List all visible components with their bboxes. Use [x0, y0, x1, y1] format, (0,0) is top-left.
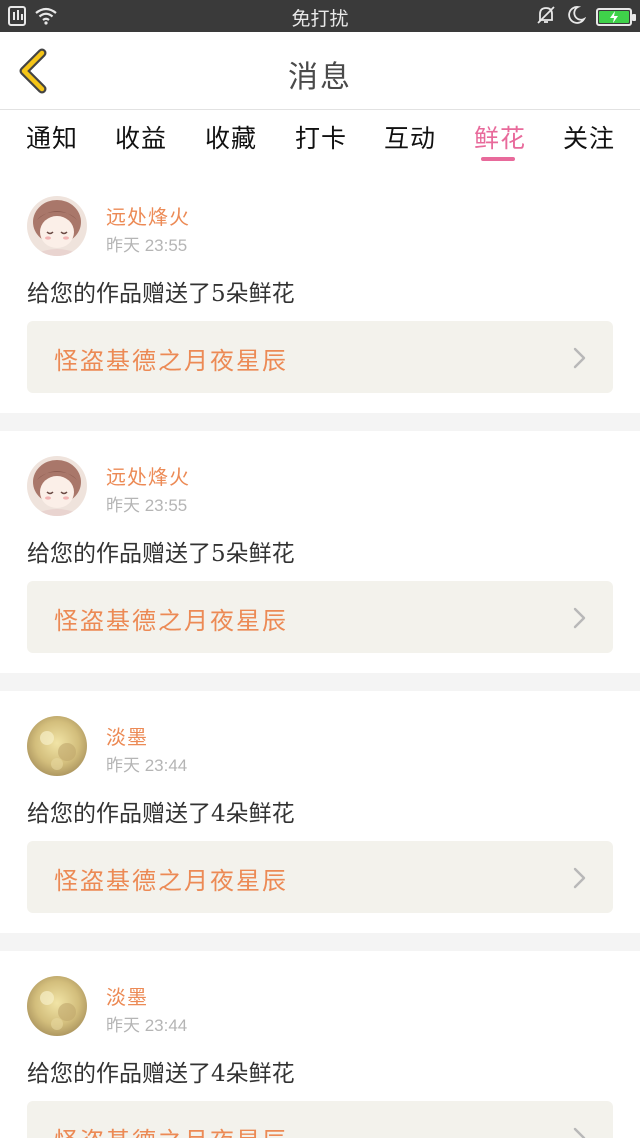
tab-favorites[interactable]: 收藏 [205, 119, 257, 155]
timestamp: 昨天 23:55 [106, 496, 188, 515]
battery-icon [596, 8, 636, 26]
chevron-right-icon [573, 1127, 586, 1138]
avatar[interactable] [27, 976, 87, 1036]
message-text: 给您的作品赠送了4朵鲜花 [27, 1061, 295, 1087]
work-title: 怪盗基德之月夜星辰 [54, 607, 288, 635]
moon-icon [566, 5, 587, 29]
work-title: 怪盗基德之月夜星辰 [54, 1121, 288, 1138]
bell-muted-icon [536, 5, 556, 29]
chevron-right-icon [573, 607, 586, 629]
tab-bar: 通知 收益 收藏 打卡 互动 鲜花 关注 [0, 111, 640, 171]
tab-earnings[interactable]: 收益 [115, 119, 167, 155]
timestamp: 昨天 23:55 [106, 236, 188, 255]
page-title: 消息 [288, 60, 352, 95]
active-tab-indicator [481, 157, 515, 161]
header: 消息 [0, 32, 640, 110]
list-item: 淡墨 昨天 23:44 给您的作品赠送了4朵鲜花 怪盗基德之月夜星辰 [0, 691, 640, 933]
username[interactable]: 远处烽火 [106, 461, 190, 490]
tab-checkin[interactable]: 打卡 [295, 119, 347, 155]
username[interactable]: 远处烽火 [106, 201, 190, 230]
chevron-right-icon [573, 347, 586, 369]
status-right-icons [536, 5, 636, 29]
username[interactable]: 淡墨 [106, 981, 148, 1010]
list-item: 远处烽火 昨天 23:55 给您的作品赠送了5朵鲜花 怪盗基德之月夜星辰 [0, 431, 640, 673]
work-link[interactable]: 怪盗基德之月夜星辰 [27, 841, 613, 913]
work-title: 怪盗基德之月夜星辰 [54, 867, 288, 895]
message-text: 给您的作品赠送了5朵鲜花 [27, 281, 295, 307]
work-title: 怪盗基德之月夜星辰 [54, 347, 288, 375]
list-item: 淡墨 昨天 23:44 给您的作品赠送了4朵鲜花 怪盗基德之月夜星辰 [0, 951, 640, 1138]
divider [0, 413, 640, 431]
divider [0, 933, 640, 951]
chevron-right-icon [573, 867, 586, 889]
work-link[interactable]: 怪盗基德之月夜星辰 [27, 321, 613, 393]
divider [0, 673, 640, 691]
timestamp: 昨天 23:44 [106, 1016, 188, 1035]
status-bar: 免打扰 [0, 0, 640, 32]
avatar[interactable] [27, 196, 87, 256]
tab-follows[interactable]: 关注 [563, 119, 615, 155]
username[interactable]: 淡墨 [106, 721, 148, 750]
message-text: 给您的作品赠送了5朵鲜花 [27, 541, 295, 567]
tab-flowers[interactable]: 鲜花 [474, 119, 526, 155]
tab-interactions[interactable]: 互动 [384, 119, 436, 155]
message-text: 给您的作品赠送了4朵鲜花 [27, 801, 295, 827]
work-link[interactable]: 怪盗基德之月夜星辰 [27, 581, 613, 653]
work-link[interactable]: 怪盗基德之月夜星辰 [27, 1101, 613, 1138]
list-item: 远处烽火 昨天 23:55 给您的作品赠送了5朵鲜花 怪盗基德之月夜星辰 [0, 171, 640, 413]
avatar[interactable] [27, 456, 87, 516]
timestamp: 昨天 23:44 [106, 756, 188, 775]
tab-notifications[interactable]: 通知 [26, 119, 78, 155]
avatar[interactable] [27, 716, 87, 776]
